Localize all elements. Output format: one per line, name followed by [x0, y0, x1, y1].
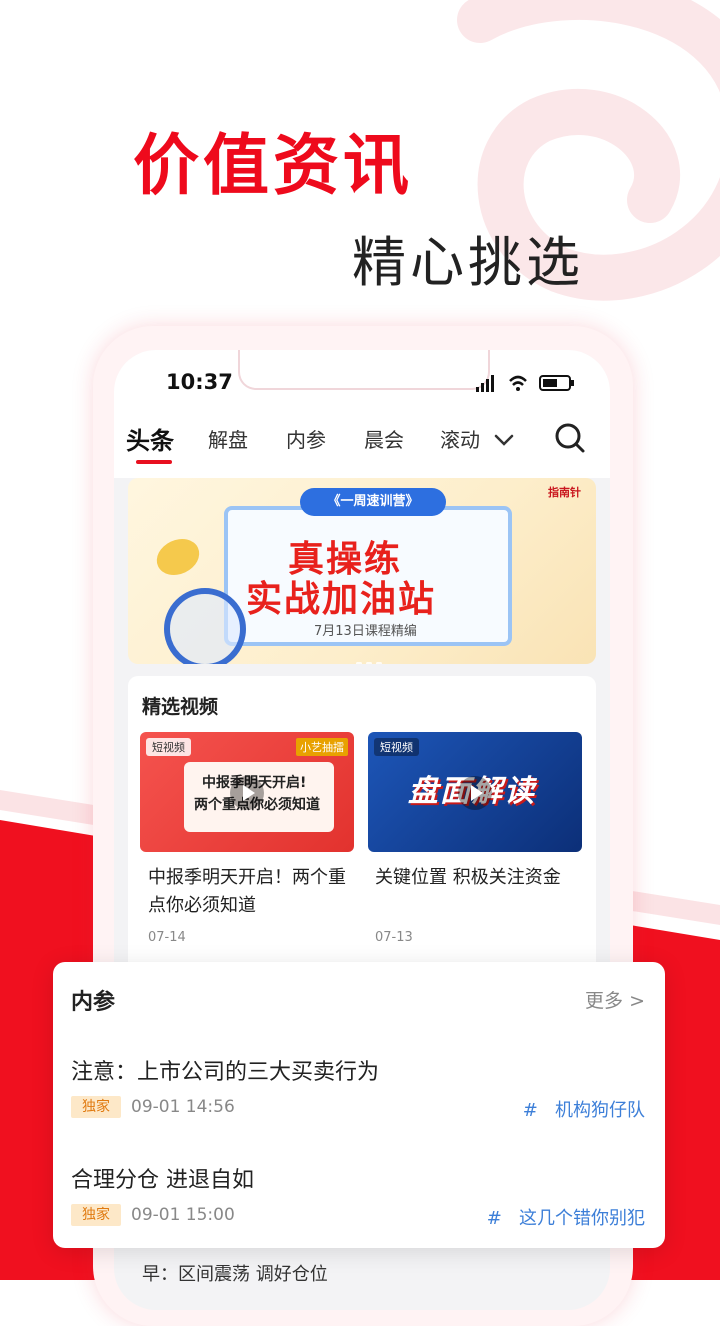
- battery-icon: [539, 375, 574, 391]
- tab-toutiao[interactable]: 头条: [126, 421, 174, 456]
- tab-gundong[interactable]: 滚动: [440, 424, 480, 453]
- banner-caption: 7月13日课程精编: [314, 624, 417, 639]
- hashtag-icon: #: [522, 1100, 555, 1121]
- neican-card: 内参 更多 > 注意：上市公司的三大买卖行为 独家 09-01 14:56 # …: [53, 962, 665, 1248]
- topic-tag-label: 这几个错你别犯: [519, 1208, 645, 1229]
- banner-logo: 指南针: [548, 486, 581, 499]
- topic-tag-label: 机构狗仔队: [555, 1100, 645, 1121]
- coin-graphic: [150, 532, 206, 582]
- video-date: 07-14: [148, 930, 186, 945]
- promo-subline: 精心挑选: [352, 231, 584, 294]
- active-tab-indicator: [136, 460, 172, 464]
- chevron-down-icon[interactable]: [492, 428, 516, 452]
- video-tag: 短视频: [146, 738, 191, 756]
- phone-notch: [238, 350, 490, 390]
- promo-banner[interactable]: 《一周速训营》 真操练 实战加油站 7月13日课程精编 指南针: [128, 478, 596, 664]
- tab-chenhui[interactable]: 晨会: [364, 424, 404, 453]
- video-thumbnail[interactable]: 短视频 盘面解读: [368, 732, 582, 852]
- video-date: 07-13: [375, 930, 413, 945]
- article-time: 09-01 14:56: [131, 1097, 235, 1117]
- thumb-corner-label: 小艺抽擂: [296, 738, 348, 756]
- topic-tag[interactable]: # 机构狗仔队: [523, 1096, 645, 1122]
- section-title: 精选视频: [142, 696, 219, 718]
- neican-title: 内参: [71, 990, 116, 1015]
- video-caption[interactable]: 中报季明天开启！两个重点你必须知道: [148, 864, 348, 920]
- magnifier-graphic: [164, 588, 246, 664]
- banner-pill: 《一周速训营》: [300, 488, 446, 516]
- status-icons: [476, 375, 574, 392]
- topic-tag[interactable]: # 这几个错你别犯: [487, 1204, 645, 1230]
- carousel-dots: [354, 650, 384, 664]
- status-time: 10:37: [166, 370, 233, 394]
- banner-line2: 实战加油站: [246, 579, 437, 620]
- search-icon[interactable]: [554, 422, 586, 454]
- hashtag-icon: #: [486, 1208, 519, 1229]
- exclusive-badge: 独家: [71, 1204, 121, 1226]
- video-tag: 短视频: [374, 738, 419, 756]
- tab-bar: 头条 解盘 内参 晨会 滚动: [126, 424, 596, 464]
- video-caption[interactable]: 关键位置 积极关注资金: [375, 864, 575, 892]
- more-link[interactable]: 更多 >: [585, 986, 645, 1013]
- wifi-icon: [509, 375, 527, 391]
- play-icon[interactable]: [230, 776, 264, 810]
- tab-jiepan[interactable]: 解盘: [208, 424, 248, 453]
- featured-videos-card: 精选视频 中报季明天开启! 两个重点你必须知道 短视频 小艺抽擂 中报季明天开启…: [128, 676, 596, 976]
- video-thumbnail[interactable]: 中报季明天开启! 两个重点你必须知道 短视频 小艺抽擂: [140, 732, 354, 852]
- app-header: 10:37 头条 解盘 内参 晨会 滚动: [114, 350, 610, 478]
- article-title[interactable]: 注意：上市公司的三大买卖行为: [71, 1054, 379, 1086]
- exclusive-badge: 独家: [71, 1096, 121, 1118]
- article-time: 09-01 15:00: [131, 1205, 235, 1225]
- play-icon[interactable]: [458, 776, 492, 810]
- signal-icon: [476, 375, 494, 392]
- tab-neican[interactable]: 内参: [286, 424, 326, 453]
- list-item-peek[interactable]: 早：区间震荡 调好仓位: [142, 1260, 328, 1286]
- promo-headline: 价值资讯: [133, 127, 413, 204]
- article-title[interactable]: 合理分仓 进退自如: [71, 1162, 254, 1194]
